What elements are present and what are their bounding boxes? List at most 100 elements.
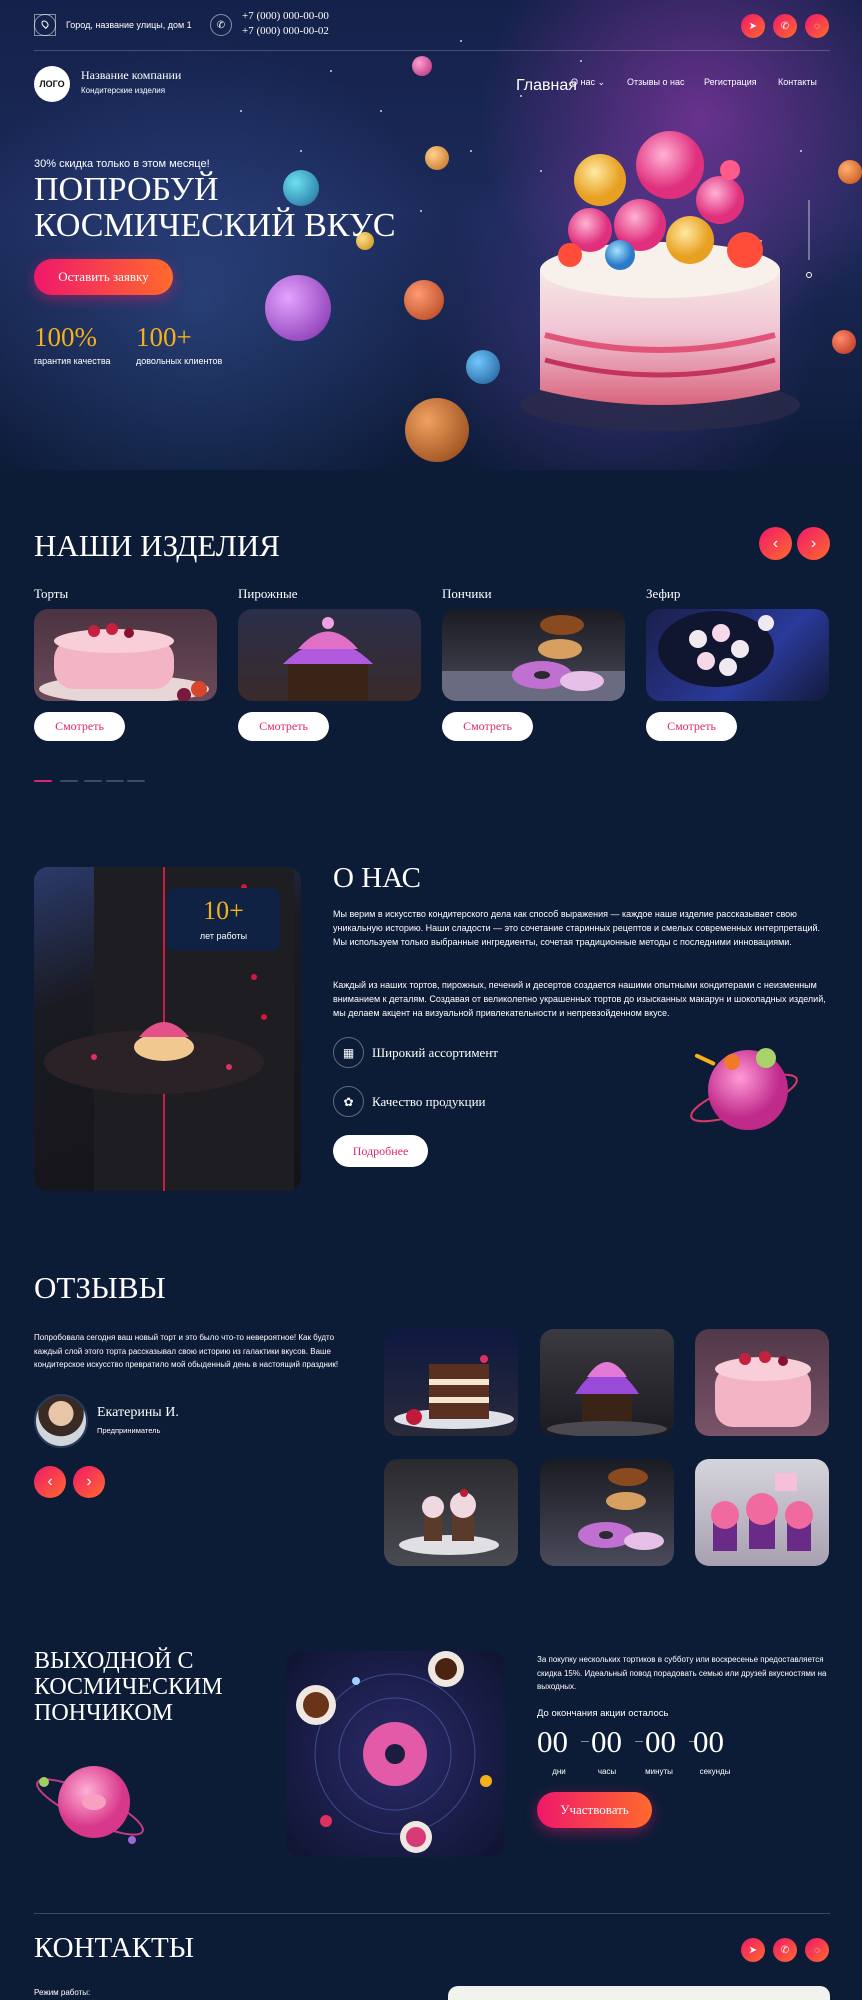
gallery-image-4[interactable]	[384, 1459, 518, 1566]
products-next-button[interactable]: ›	[797, 527, 830, 560]
decor-planet	[466, 350, 500, 384]
products-pagination-dot[interactable]	[127, 780, 145, 782]
product-view-button-pastries[interactable]: Смотреть	[238, 712, 329, 741]
telegram-icon[interactable]: ➤	[741, 1938, 765, 1962]
product-name-cakes: Торты	[34, 586, 69, 601]
decor-planet	[838, 160, 862, 184]
promo-title-line-1: ВЫХОДНОЙ С	[34, 1648, 194, 1674]
decor-planet	[412, 56, 432, 76]
nav-about[interactable]: О нас ⌄	[571, 77, 605, 88]
hero-title-line-2: КОСМИЧЕСКИЙ ВКУС	[34, 207, 396, 244]
products-prev-button[interactable]: ‹	[759, 527, 792, 560]
countdown-label: До окончания акции осталось	[537, 1708, 669, 1719]
reviews-next-button[interactable]: ›	[73, 1466, 105, 1498]
product-image-cakes[interactable]	[34, 609, 217, 701]
decor-planet	[425, 146, 449, 170]
products-pagination-dot-active[interactable]	[34, 780, 52, 782]
topbar-phone-1[interactable]: +7 (000) 000-00-00	[242, 10, 329, 22]
assortment-icon: ▦	[333, 1037, 364, 1068]
about-paragraph-2: Каждый из наших тортов, пирожных, печени…	[333, 980, 826, 1018]
countdown-minutes-label: минуты	[645, 1767, 673, 1776]
topbar-address: Город, название улицы, дом 1	[66, 20, 192, 30]
decor-planet	[404, 280, 444, 320]
product-image-marshmallow[interactable]	[646, 609, 829, 701]
countdown-hours-label: часы	[597, 1767, 617, 1776]
product-name-pastries: Пирожные	[238, 586, 298, 601]
promo-title: ВЫХОДНОЙ С КОСМИЧЕСКИМ ПОНЧИКОМ	[34, 1648, 223, 1726]
hero-cta-button[interactable]: Оставить заявку	[34, 259, 173, 295]
decor-planet	[265, 275, 331, 341]
reviews-title: ОТЗЫВЫ	[34, 1270, 166, 1305]
products-title: НАШИ ИЗДЕЛИЯ	[34, 528, 280, 563]
chevron-left-icon: ‹	[47, 1473, 53, 1490]
gallery-image-3[interactable]	[695, 1329, 829, 1436]
feature-quality: Качество продукции	[372, 1094, 486, 1109]
nav-contacts[interactable]: Контакты	[778, 77, 817, 87]
donut-planet-decor	[36, 1766, 144, 1844]
hero-title: ПОПРОБУЙ КОСМИЧЕСКИЙ ВКУС	[34, 172, 396, 244]
quality-icon: ✿	[333, 1086, 364, 1117]
contacts-title: КОНТАКТЫ	[34, 1932, 195, 1964]
gallery-image-2[interactable]	[540, 1329, 674, 1436]
chevron-right-icon: ›	[810, 534, 817, 552]
decor-planet	[405, 398, 469, 462]
nav-home[interactable]: Главная	[516, 77, 577, 95]
years-label: лет работы	[199, 931, 248, 941]
chevron-left-icon: ‹	[772, 534, 779, 552]
gallery-image-1[interactable]	[384, 1329, 518, 1436]
countdown-separator	[635, 1741, 643, 1742]
logo[interactable]: ЛОГО	[34, 66, 70, 102]
telegram-icon[interactable]: ➤	[741, 14, 765, 38]
whatsapp-icon[interactable]: ◌	[805, 14, 829, 38]
product-view-button-marshmallow[interactable]: Смотреть	[646, 712, 737, 741]
countdown-days: 00	[537, 1724, 568, 1759]
countdown-seconds-label: секунды	[699, 1767, 731, 1776]
products-pagination-dot[interactable]	[106, 780, 124, 782]
gallery-image-6[interactable]	[695, 1459, 829, 1566]
about-paragraph-1: Мы верим в искусство кондитерского дела …	[333, 909, 821, 947]
feature-assortment: Широкий ассортимент	[372, 1045, 498, 1060]
product-view-button-donuts[interactable]: Смотреть	[442, 712, 533, 741]
countdown-minutes: 00	[645, 1724, 676, 1759]
chevron-down-icon: ⌄	[597, 77, 606, 87]
whatsapp-icon[interactable]: ◌	[805, 1938, 829, 1962]
products-pagination-dot[interactable]	[84, 780, 102, 782]
topbar-phone-2[interactable]: +7 (000) 000-00-02	[242, 25, 329, 37]
hero-promo: 30% скидка только в этом месяце!	[34, 158, 210, 170]
promo-title-line-2: КОСМИЧЕСКИМ	[34, 1674, 223, 1700]
hero-slider-indicator[interactable]	[806, 200, 812, 284]
stat-quality-value: 100%	[34, 322, 97, 352]
promo-text: За покупку нескольких тортиков в субботу…	[537, 1655, 827, 1691]
countdown-separator	[581, 1741, 589, 1742]
contacts-divider	[34, 1913, 830, 1914]
stat-quality-label: гарантия качества	[34, 356, 111, 366]
review-author-role: Предприниматель	[97, 1426, 161, 1435]
promo-cta-button[interactable]: Участвовать	[537, 1792, 652, 1828]
product-name-donuts: Пончики	[442, 586, 492, 601]
viber-icon[interactable]: ✆	[773, 14, 797, 38]
contacts-map[interactable]	[448, 1986, 830, 2000]
gallery-image-5[interactable]	[540, 1459, 674, 1566]
product-image-pastries[interactable]	[238, 609, 421, 701]
nav-registration[interactable]: Регистрация	[704, 77, 757, 87]
hero-cake-image	[520, 131, 800, 431]
product-image-donuts[interactable]	[442, 609, 625, 701]
product-name-marshmallow: Зефир	[646, 586, 681, 601]
stat-clients-label: довольных клиентов	[136, 356, 223, 366]
countdown-hours: 00	[591, 1724, 622, 1759]
promo-donut-image	[286, 1651, 505, 1857]
countdown-seconds: 00	[693, 1724, 724, 1759]
about-more-button[interactable]: Подробнее	[333, 1135, 428, 1167]
product-view-button-cakes[interactable]: Смотреть	[34, 712, 125, 741]
promo-title-line-3: ПОНЧИКОМ	[34, 1700, 174, 1726]
products-pagination-dot[interactable]	[60, 780, 78, 782]
countdown-timer: 00 00 00 00	[537, 1724, 737, 1768]
about-title: О НАС	[333, 862, 421, 894]
reviews-prev-button[interactable]: ‹	[34, 1466, 66, 1498]
location-icon-ring	[34, 14, 56, 36]
company-name: Название компании	[81, 68, 182, 82]
phone-icon: ✆	[210, 14, 232, 36]
nav-reviews[interactable]: Отзывы о нас	[627, 77, 684, 87]
review-author: Екатерины И.	[97, 1405, 179, 1420]
viber-icon[interactable]: ✆	[773, 1938, 797, 1962]
